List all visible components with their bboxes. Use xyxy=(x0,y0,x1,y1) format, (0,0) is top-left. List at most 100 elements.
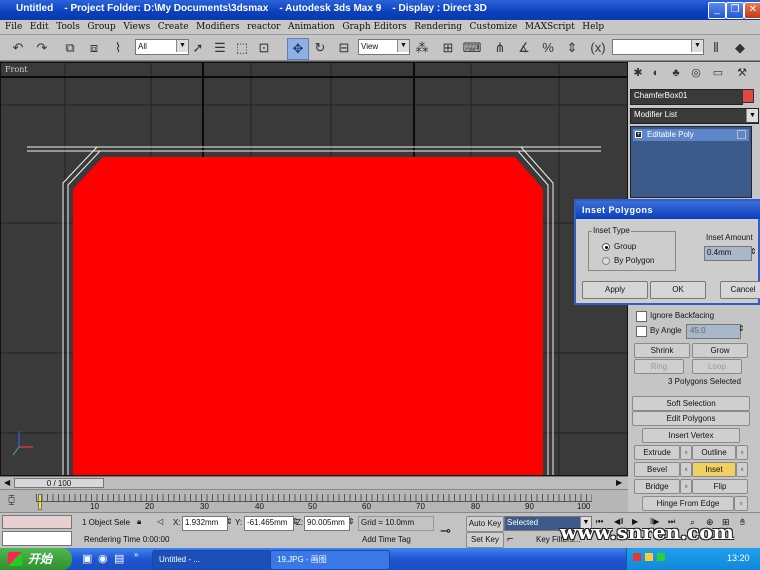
menu-maxscript[interactable]: MAXScript xyxy=(525,20,575,35)
ring-button[interactable]: Ring xyxy=(634,359,684,374)
bridge-button[interactable]: Bridge xyxy=(634,479,680,494)
reference-coordinate-dropdown[interactable]: View ▼ xyxy=(358,39,410,55)
hinge-settings-button[interactable]: ▫ xyxy=(734,496,748,511)
spinner-icon[interactable]: ⇕ xyxy=(226,517,233,526)
outline-button[interactable]: Outline xyxy=(692,445,736,460)
flip-button[interactable]: Flip xyxy=(692,479,748,494)
cancel-button[interactable]: Cancel xyxy=(720,281,760,299)
shrink-button[interactable]: Shrink xyxy=(634,343,690,358)
by-polygon-radio[interactable] xyxy=(602,257,610,265)
menu-file[interactable]: File xyxy=(5,20,22,35)
object-name-field[interactable]: ChamferBox01 xyxy=(630,89,743,105)
track-bar-menu-icon[interactable]: ⧮ xyxy=(8,494,15,507)
selection-filter-dropdown[interactable]: All ▼ xyxy=(135,39,189,55)
time-slider[interactable]: ◀ 0 / 100 ▶ xyxy=(0,476,628,489)
create-tab-icon[interactable]: ✱ xyxy=(630,66,646,81)
rectangular-selection-icon[interactable]: ⬚ xyxy=(232,38,252,58)
menu-animation[interactable]: Animation xyxy=(288,20,335,35)
pivot-center-icon[interactable]: ⁂ xyxy=(412,38,432,58)
add-time-tag[interactable]: Add Time Tag xyxy=(362,535,411,544)
inset-settings-button[interactable]: ▫ xyxy=(736,462,748,477)
explorer-icon[interactable]: ▤ xyxy=(114,552,124,565)
redo-icon[interactable]: ↷ xyxy=(32,38,52,58)
by-angle-checkbox[interactable] xyxy=(636,326,647,337)
stack-item-toggle[interactable] xyxy=(737,130,746,139)
taskbar-item-paint[interactable]: 19.JPG - 画图 xyxy=(270,550,390,570)
select-by-name-icon[interactable]: ☰ xyxy=(210,38,230,58)
spinner-icon[interactable]: ⇕ xyxy=(348,517,355,526)
lock-icon[interactable]: 🔒︎ xyxy=(137,517,141,527)
modifier-list-dropdown[interactable]: Modifier List ▼ xyxy=(630,108,759,124)
motion-tab-icon[interactable]: ◎ xyxy=(688,66,704,81)
z-coordinate-field[interactable]: 90.005mm xyxy=(304,516,350,531)
rotate-icon[interactable]: ↻ xyxy=(310,38,330,58)
insert-vertex-button[interactable]: Insert Vertex xyxy=(642,428,740,443)
menu-graph-editors[interactable]: Graph Editors xyxy=(342,20,406,35)
front-viewport[interactable]: Front xyxy=(0,62,628,476)
maximize-button[interactable]: ❐ xyxy=(726,2,744,19)
bevel-button[interactable]: Bevel xyxy=(634,462,680,477)
percent-snap-icon[interactable]: % xyxy=(538,38,558,58)
menu-help[interactable]: Help xyxy=(582,20,604,35)
keyboard-shortcut-icon[interactable]: ⌨ xyxy=(462,38,482,58)
link-icon[interactable]: ⧉ xyxy=(60,38,80,58)
time-slider-thumb[interactable]: 0 / 100 xyxy=(14,478,104,488)
spinner-snap-icon[interactable]: ⇕ xyxy=(562,38,582,58)
snaps-toggle-icon[interactable]: ⋔ xyxy=(490,38,510,58)
time-slider-next-icon[interactable]: ▶ xyxy=(616,478,622,487)
tray-icon[interactable] xyxy=(633,553,641,561)
absolute-mode-icon[interactable]: ◁ xyxy=(157,517,163,526)
move-icon[interactable]: ✥ xyxy=(287,38,309,60)
time-slider-prev-icon[interactable]: ◀ xyxy=(4,478,10,487)
undo-icon[interactable]: ↶ xyxy=(8,38,28,58)
menu-create[interactable]: Create xyxy=(158,20,189,35)
maxscript-input-mini[interactable] xyxy=(2,531,72,546)
start-button[interactable]: 开始 xyxy=(0,548,72,570)
ok-button[interactable]: OK xyxy=(650,281,706,299)
bevel-settings-button[interactable]: ▫ xyxy=(680,462,692,477)
ignore-backfacing-checkbox[interactable] xyxy=(636,311,647,322)
bridge-settings-button[interactable]: ▫ xyxy=(680,479,692,494)
set-key-button[interactable]: Set Key xyxy=(466,532,504,548)
expand-icon[interactable]: + xyxy=(635,131,642,138)
object-color-swatch[interactable] xyxy=(742,89,754,103)
display-tab-icon[interactable]: ▭ xyxy=(710,66,726,81)
loop-button[interactable]: Loop xyxy=(692,359,742,374)
modify-tab-icon[interactable]: ◐ xyxy=(648,66,664,81)
stack-item-editable-poly[interactable]: + Editable Poly xyxy=(633,129,749,141)
spinner-icon[interactable]: ⇕ xyxy=(750,247,757,256)
apply-button[interactable]: Apply xyxy=(582,281,648,299)
pan-icon[interactable]: ✋︎ xyxy=(740,517,745,528)
group-radio[interactable] xyxy=(602,243,610,251)
named-selection-dropdown[interactable]: ▼ xyxy=(612,39,704,55)
hierarchy-tab-icon[interactable]: ♣ xyxy=(668,66,684,81)
menu-views[interactable]: Views xyxy=(123,20,150,35)
quick-launch-more-icon[interactable]: » xyxy=(134,550,138,559)
select-manipulate-icon[interactable]: ⊞ xyxy=(438,38,458,58)
menu-group[interactable]: Group xyxy=(87,20,115,35)
unlink-icon[interactable]: ⧈ xyxy=(84,38,104,58)
extrude-settings-button[interactable]: ▫ xyxy=(680,445,692,460)
key-icon[interactable]: ⊸ xyxy=(440,523,451,539)
edit-named-selection-icon[interactable]: (x) xyxy=(588,38,608,58)
extrude-button[interactable]: Extrude xyxy=(634,445,680,460)
minimize-button[interactable]: _ xyxy=(708,2,726,19)
x-coordinate-field[interactable]: 1.932mm xyxy=(182,516,228,531)
set-key-icon[interactable]: ⌐ xyxy=(507,533,513,545)
mirror-icon[interactable]: ⫴ xyxy=(706,38,726,58)
outline-settings-button[interactable]: ▫ xyxy=(736,445,748,460)
menu-tools[interactable]: Tools xyxy=(56,20,80,35)
scale-icon[interactable]: ⊟ xyxy=(334,38,354,58)
menu-rendering[interactable]: Rendering xyxy=(414,20,462,35)
show-desktop-icon[interactable]: ▣ xyxy=(82,552,92,565)
tray-icon[interactable] xyxy=(657,553,665,561)
y-coordinate-field[interactable]: -61.465mm xyxy=(244,516,294,531)
auto-key-button[interactable]: Auto Key xyxy=(466,516,504,532)
taskbar-item-3dsmax[interactable]: Untitled - ... xyxy=(152,550,272,570)
menu-modifiers[interactable]: Modifiers xyxy=(196,20,240,35)
inset-amount-input[interactable]: 0.4mm xyxy=(704,246,752,261)
menu-edit[interactable]: Edit xyxy=(30,20,49,35)
bind-space-warp-icon[interactable]: ⌇ xyxy=(108,38,128,58)
menu-reactor[interactable]: reactor xyxy=(247,20,280,35)
hinge-from-edge-button[interactable]: Hinge From Edge xyxy=(642,496,734,511)
